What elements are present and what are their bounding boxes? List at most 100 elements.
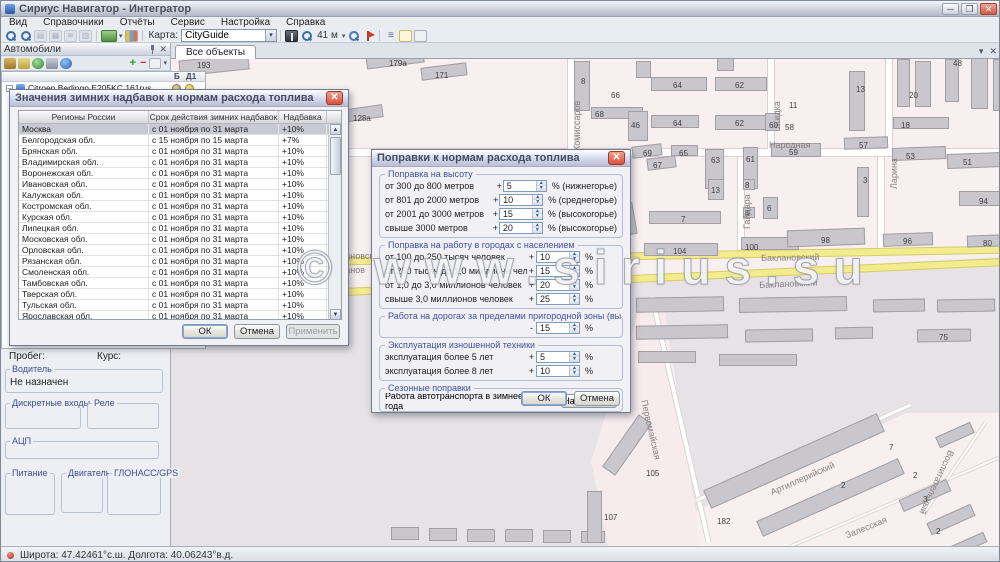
table-row[interactable]: Курская обл.с 01 ноября по 31 марта+10% bbox=[19, 212, 341, 223]
col-region[interactable]: Регионы России bbox=[19, 111, 149, 123]
corrections-ok-button[interactable]: ОК bbox=[521, 391, 567, 406]
zoom-scale-dropdown[interactable]: ▾ bbox=[342, 32, 346, 40]
title-bar[interactable]: Сириус Навигатор - Интегратор ─ ❐ ✕ bbox=[1, 1, 1000, 17]
correction-value[interactable]: 20 bbox=[500, 223, 532, 233]
pin-icon[interactable] bbox=[149, 45, 156, 54]
menu-item-Сервис[interactable]: Сервис bbox=[163, 17, 213, 29]
corrections-dialog-close-icon[interactable]: ✕ bbox=[608, 151, 625, 165]
scroll-down-icon[interactable]: ▼ bbox=[330, 309, 341, 320]
correction-spinbox[interactable]: 15▲▼ bbox=[536, 265, 580, 277]
reports-chart-icon[interactable] bbox=[125, 30, 138, 42]
correction-value[interactable]: 25 bbox=[537, 294, 569, 304]
table-row[interactable]: Тамбовская обл.с 01 ноября по 31 марта+1… bbox=[19, 278, 341, 289]
correction-value[interactable]: 20 bbox=[537, 280, 569, 290]
correction-value[interactable]: 5 bbox=[537, 352, 569, 362]
minimize-button[interactable]: ─ bbox=[942, 3, 959, 15]
panel-close-icon[interactable]: ✕ bbox=[159, 45, 167, 54]
spin-down-icon[interactable]: ▼ bbox=[570, 257, 579, 262]
correction-spinbox[interactable]: 15▲▼ bbox=[499, 208, 543, 220]
spin-down-icon[interactable]: ▼ bbox=[570, 328, 579, 333]
correction-value[interactable]: 10 bbox=[537, 366, 569, 376]
table-row[interactable]: Воронежская обл.с 01 ноября по 31 марта+… bbox=[19, 168, 341, 179]
columns-button[interactable] bbox=[149, 58, 161, 69]
winter-dialog-titlebar[interactable]: Значения зимних надбавок к нормам расход… bbox=[10, 90, 348, 107]
spin-down-icon[interactable]: ▼ bbox=[537, 186, 546, 191]
spin-down-icon[interactable]: ▼ bbox=[533, 228, 542, 233]
table-row[interactable]: Москвас 01 ноября по 31 марта+10% bbox=[19, 124, 341, 135]
correction-value[interactable]: 10 bbox=[500, 195, 532, 205]
vehicle-tools-dropdown[interactable]: ▾ bbox=[119, 32, 123, 40]
vehicle-tools-icon[interactable] bbox=[101, 30, 117, 42]
table-row[interactable]: Ярославская обл.с 01 ноября по 31 марта+… bbox=[19, 311, 341, 320]
tab-scroll-icon[interactable]: ▾ bbox=[979, 46, 984, 57]
spin-down-icon[interactable]: ▼ bbox=[570, 371, 579, 376]
spin-down-icon[interactable]: ▼ bbox=[570, 271, 579, 276]
table-row[interactable]: Тверская обл.с 01 ноября по 31 марта+10% bbox=[19, 289, 341, 300]
winter-dialog-close-icon[interactable]: ✕ bbox=[326, 91, 343, 105]
col-allowance[interactable]: Надбавка bbox=[279, 111, 327, 123]
menu-item-Справочники[interactable]: Справочники bbox=[35, 17, 112, 29]
table-row[interactable]: Калужская обл.с 01 ноября по 31 марта+10… bbox=[19, 190, 341, 201]
table-scrollbar[interactable]: ▲ ▼ bbox=[328, 124, 341, 320]
scroll-up-icon[interactable]: ▲ bbox=[330, 124, 341, 135]
correction-value[interactable]: 10 bbox=[537, 252, 569, 262]
zoom-out-icon[interactable] bbox=[347, 30, 360, 42]
table-row[interactable]: Ивановская обл.с 01 ноября по 31 марта+1… bbox=[19, 179, 341, 190]
correction-spinbox[interactable]: 15▲▼ bbox=[536, 322, 580, 334]
correction-value[interactable]: 5 bbox=[504, 181, 536, 191]
table-row[interactable]: Смоленская обл.с 01 ноября по 31 марта+1… bbox=[19, 267, 341, 278]
search-icon[interactable] bbox=[19, 30, 32, 42]
map-select-combo[interactable]: CityGuide ▾ bbox=[181, 29, 277, 42]
winter-ok-button[interactable]: ОК bbox=[182, 324, 228, 339]
correction-spinbox[interactable]: 5▲▼ bbox=[536, 351, 580, 363]
correction-spinbox[interactable]: 5▲▼ bbox=[503, 180, 547, 192]
add-vehicle-button[interactable]: + bbox=[130, 58, 136, 69]
table-row[interactable]: Липецкая обл.с 01 ноября по 31 марта+10% bbox=[19, 223, 341, 234]
correction-spinbox[interactable]: 10▲▼ bbox=[499, 194, 543, 206]
tab-close-icon[interactable]: ✕ bbox=[989, 46, 997, 57]
correction-spinbox[interactable]: 10▲▼ bbox=[536, 365, 580, 377]
remove-vehicle-button[interactable]: − bbox=[140, 58, 146, 69]
brush-icon[interactable] bbox=[18, 58, 30, 69]
correction-spinbox[interactable]: 20▲▼ bbox=[499, 222, 543, 234]
scrollbar-thumb[interactable] bbox=[330, 137, 341, 175]
menu-item-Вид[interactable]: Вид bbox=[1, 17, 35, 29]
correction-value[interactable]: 15 bbox=[500, 209, 532, 219]
correction-spinbox[interactable]: 20▲▼ bbox=[536, 279, 580, 291]
columns-dropdown-icon[interactable]: ▾ bbox=[163, 59, 167, 67]
correction-value[interactable]: 15 bbox=[537, 323, 569, 333]
spin-down-icon[interactable]: ▼ bbox=[570, 299, 579, 304]
corrections-dialog-titlebar[interactable]: Поправки к нормам расхода топлива ✕ bbox=[372, 150, 630, 167]
spin-down-icon[interactable]: ▼ bbox=[570, 357, 579, 362]
vehicles-panel-header[interactable]: Автомобили ✕ bbox=[1, 43, 170, 56]
zoom-scale-icon[interactable] bbox=[300, 30, 313, 42]
spin-down-icon[interactable]: ▼ bbox=[570, 285, 579, 290]
notes-icon[interactable] bbox=[399, 30, 412, 42]
binoculars-icon[interactable] bbox=[4, 58, 16, 69]
poi-flag-icon[interactable] bbox=[362, 30, 375, 42]
spin-down-icon[interactable]: ▼ bbox=[533, 214, 542, 219]
combo-arrow-icon[interactable]: ▾ bbox=[265, 30, 276, 41]
table-row[interactable]: Рязанская обл.с 01 ноября по 31 марта+10… bbox=[19, 256, 341, 267]
table-row[interactable]: Орловская обл.с 01 ноября по 31 марта+10… bbox=[19, 245, 341, 256]
corrections-cancel-button[interactable]: Отмена bbox=[574, 391, 620, 406]
track-mode-button[interactable] bbox=[285, 30, 298, 42]
tab-all-objects[interactable]: Все объекты bbox=[175, 45, 256, 59]
col-period[interactable]: Срок действия зимних надбавок bbox=[149, 111, 279, 123]
table-row[interactable]: Костромская обл.с 01 ноября по 31 марта+… bbox=[19, 201, 341, 212]
zoom-window-icon[interactable] bbox=[4, 30, 17, 42]
menu-item-Отчёты[interactable]: Отчёты bbox=[112, 17, 163, 29]
globe-blue-icon[interactable] bbox=[60, 58, 72, 69]
menu-item-Справка[interactable]: Справка bbox=[278, 17, 333, 29]
correction-spinbox[interactable]: 25▲▼ bbox=[536, 293, 580, 305]
spin-down-icon[interactable]: ▼ bbox=[533, 200, 542, 205]
correction-spinbox[interactable]: 10▲▼ bbox=[536, 251, 580, 263]
table-row[interactable]: Московская обл.с 01 ноября по 31 марта+1… bbox=[19, 234, 341, 245]
table-row[interactable]: Владимирская обл.с 01 ноября по 31 марта… bbox=[19, 157, 341, 168]
correction-value[interactable]: 15 bbox=[537, 266, 569, 276]
menu-item-Настройка[interactable]: Настройка bbox=[213, 17, 278, 29]
table-row[interactable]: Тульская обл.с 01 ноября по 31 марта+10% bbox=[19, 300, 341, 311]
globe-green-icon[interactable] bbox=[32, 58, 44, 69]
table-row[interactable]: Брянская обл.с 01 ноября по 31 марта+10% bbox=[19, 146, 341, 157]
close-button[interactable]: ✕ bbox=[980, 3, 997, 15]
